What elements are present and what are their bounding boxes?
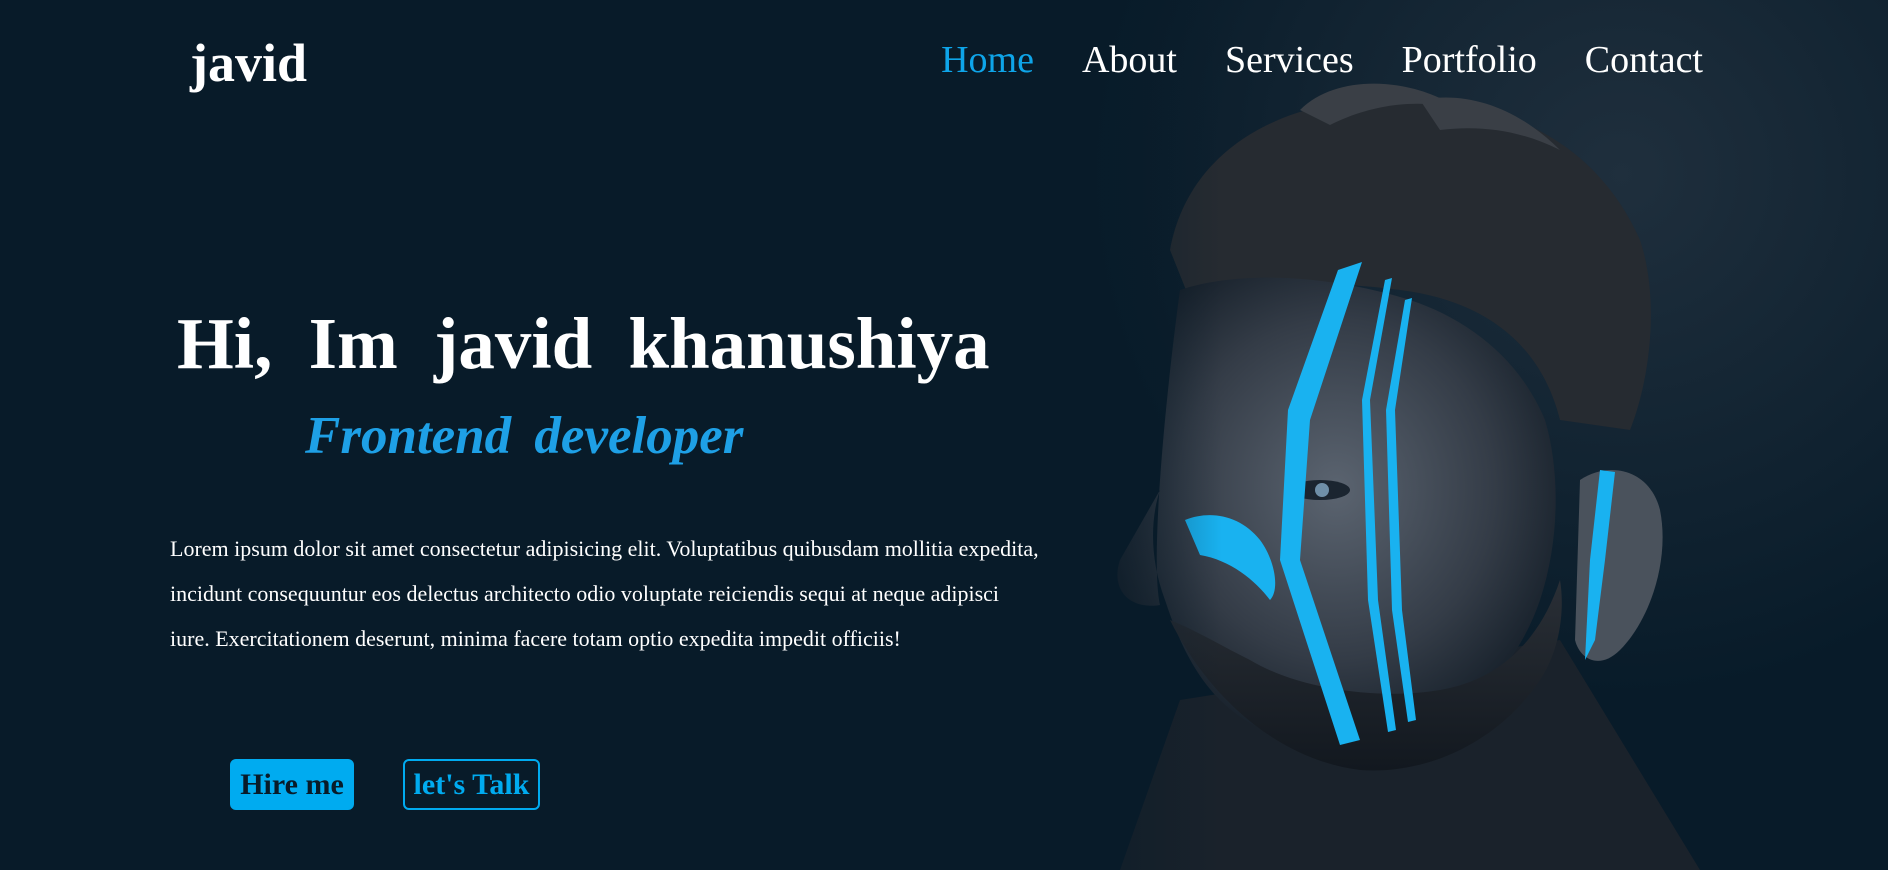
hero-subtitle: Frontend developer — [305, 407, 744, 465]
nav-link-services[interactable]: Services — [1225, 38, 1354, 82]
nav-link-about[interactable]: About — [1082, 38, 1177, 82]
lets-talk-button[interactable]: let's Talk — [403, 759, 540, 810]
hero-portrait-image — [1000, 0, 1888, 870]
nav-link-home[interactable]: Home — [941, 38, 1034, 82]
logo[interactable]: javid — [190, 32, 307, 94]
main-nav: Home About Services Portfolio Contact — [941, 38, 1703, 82]
hero-intro-text: Lorem ipsum dolor sit amet consectetur a… — [170, 536, 1039, 651]
hero-title: Hi, Im javid khanushiya — [177, 303, 990, 384]
site-header: javid Home About Services Portfolio Cont… — [0, 0, 1888, 130]
nav-link-contact[interactable]: Contact — [1585, 38, 1703, 82]
hire-me-button[interactable]: Hire me — [230, 759, 354, 810]
nav-link-portfolio[interactable]: Portfolio — [1402, 38, 1537, 82]
